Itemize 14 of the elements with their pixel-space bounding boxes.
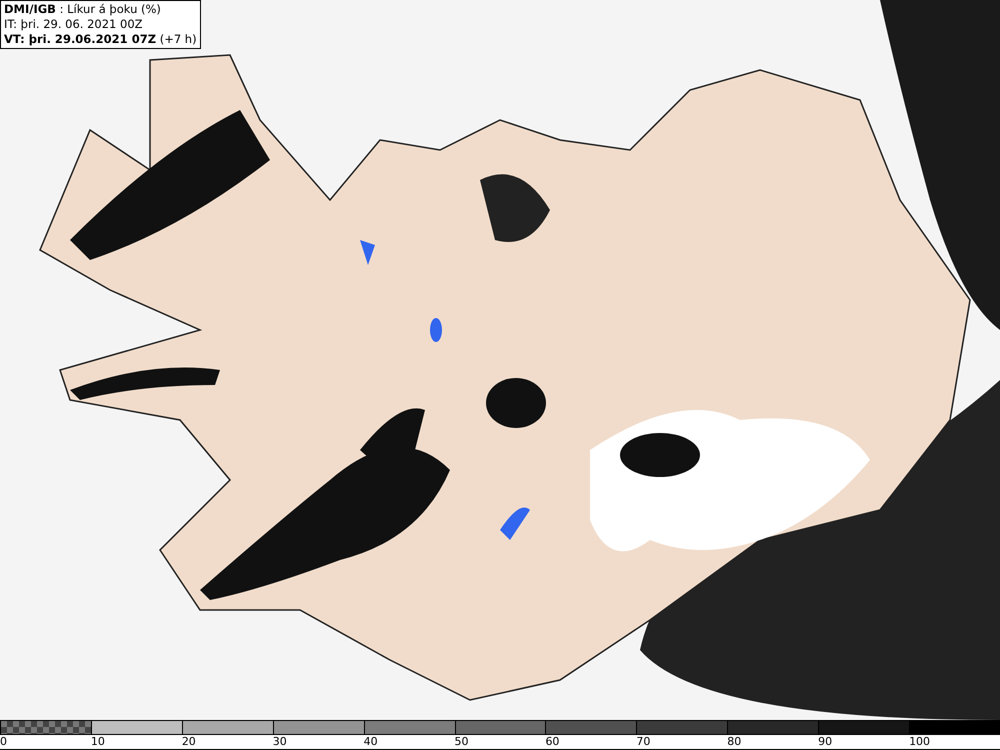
legend-label: 30 bbox=[272, 735, 287, 749]
legend-label: 70 bbox=[636, 735, 650, 749]
header-line: DMI/IGB : Líkur á þoku (%) bbox=[4, 2, 162, 17]
header-line: VT: þri. 29.06.2021 07Z (+7 h) bbox=[4, 32, 197, 47]
legend-label: 50 bbox=[454, 735, 469, 749]
legend-label: 80 bbox=[727, 735, 742, 749]
legend-label: 40 bbox=[364, 735, 378, 749]
legend-label: 100 bbox=[909, 735, 930, 749]
legend-label: 90 bbox=[818, 735, 832, 749]
legend-label: 20 bbox=[182, 735, 196, 749]
header-line: IT: þri. 29. 06. 2021 00Z bbox=[4, 17, 144, 32]
legend-label: 0 bbox=[0, 735, 7, 749]
legend-label: 60 bbox=[545, 735, 560, 749]
legend-label: 10 bbox=[90, 735, 105, 749]
